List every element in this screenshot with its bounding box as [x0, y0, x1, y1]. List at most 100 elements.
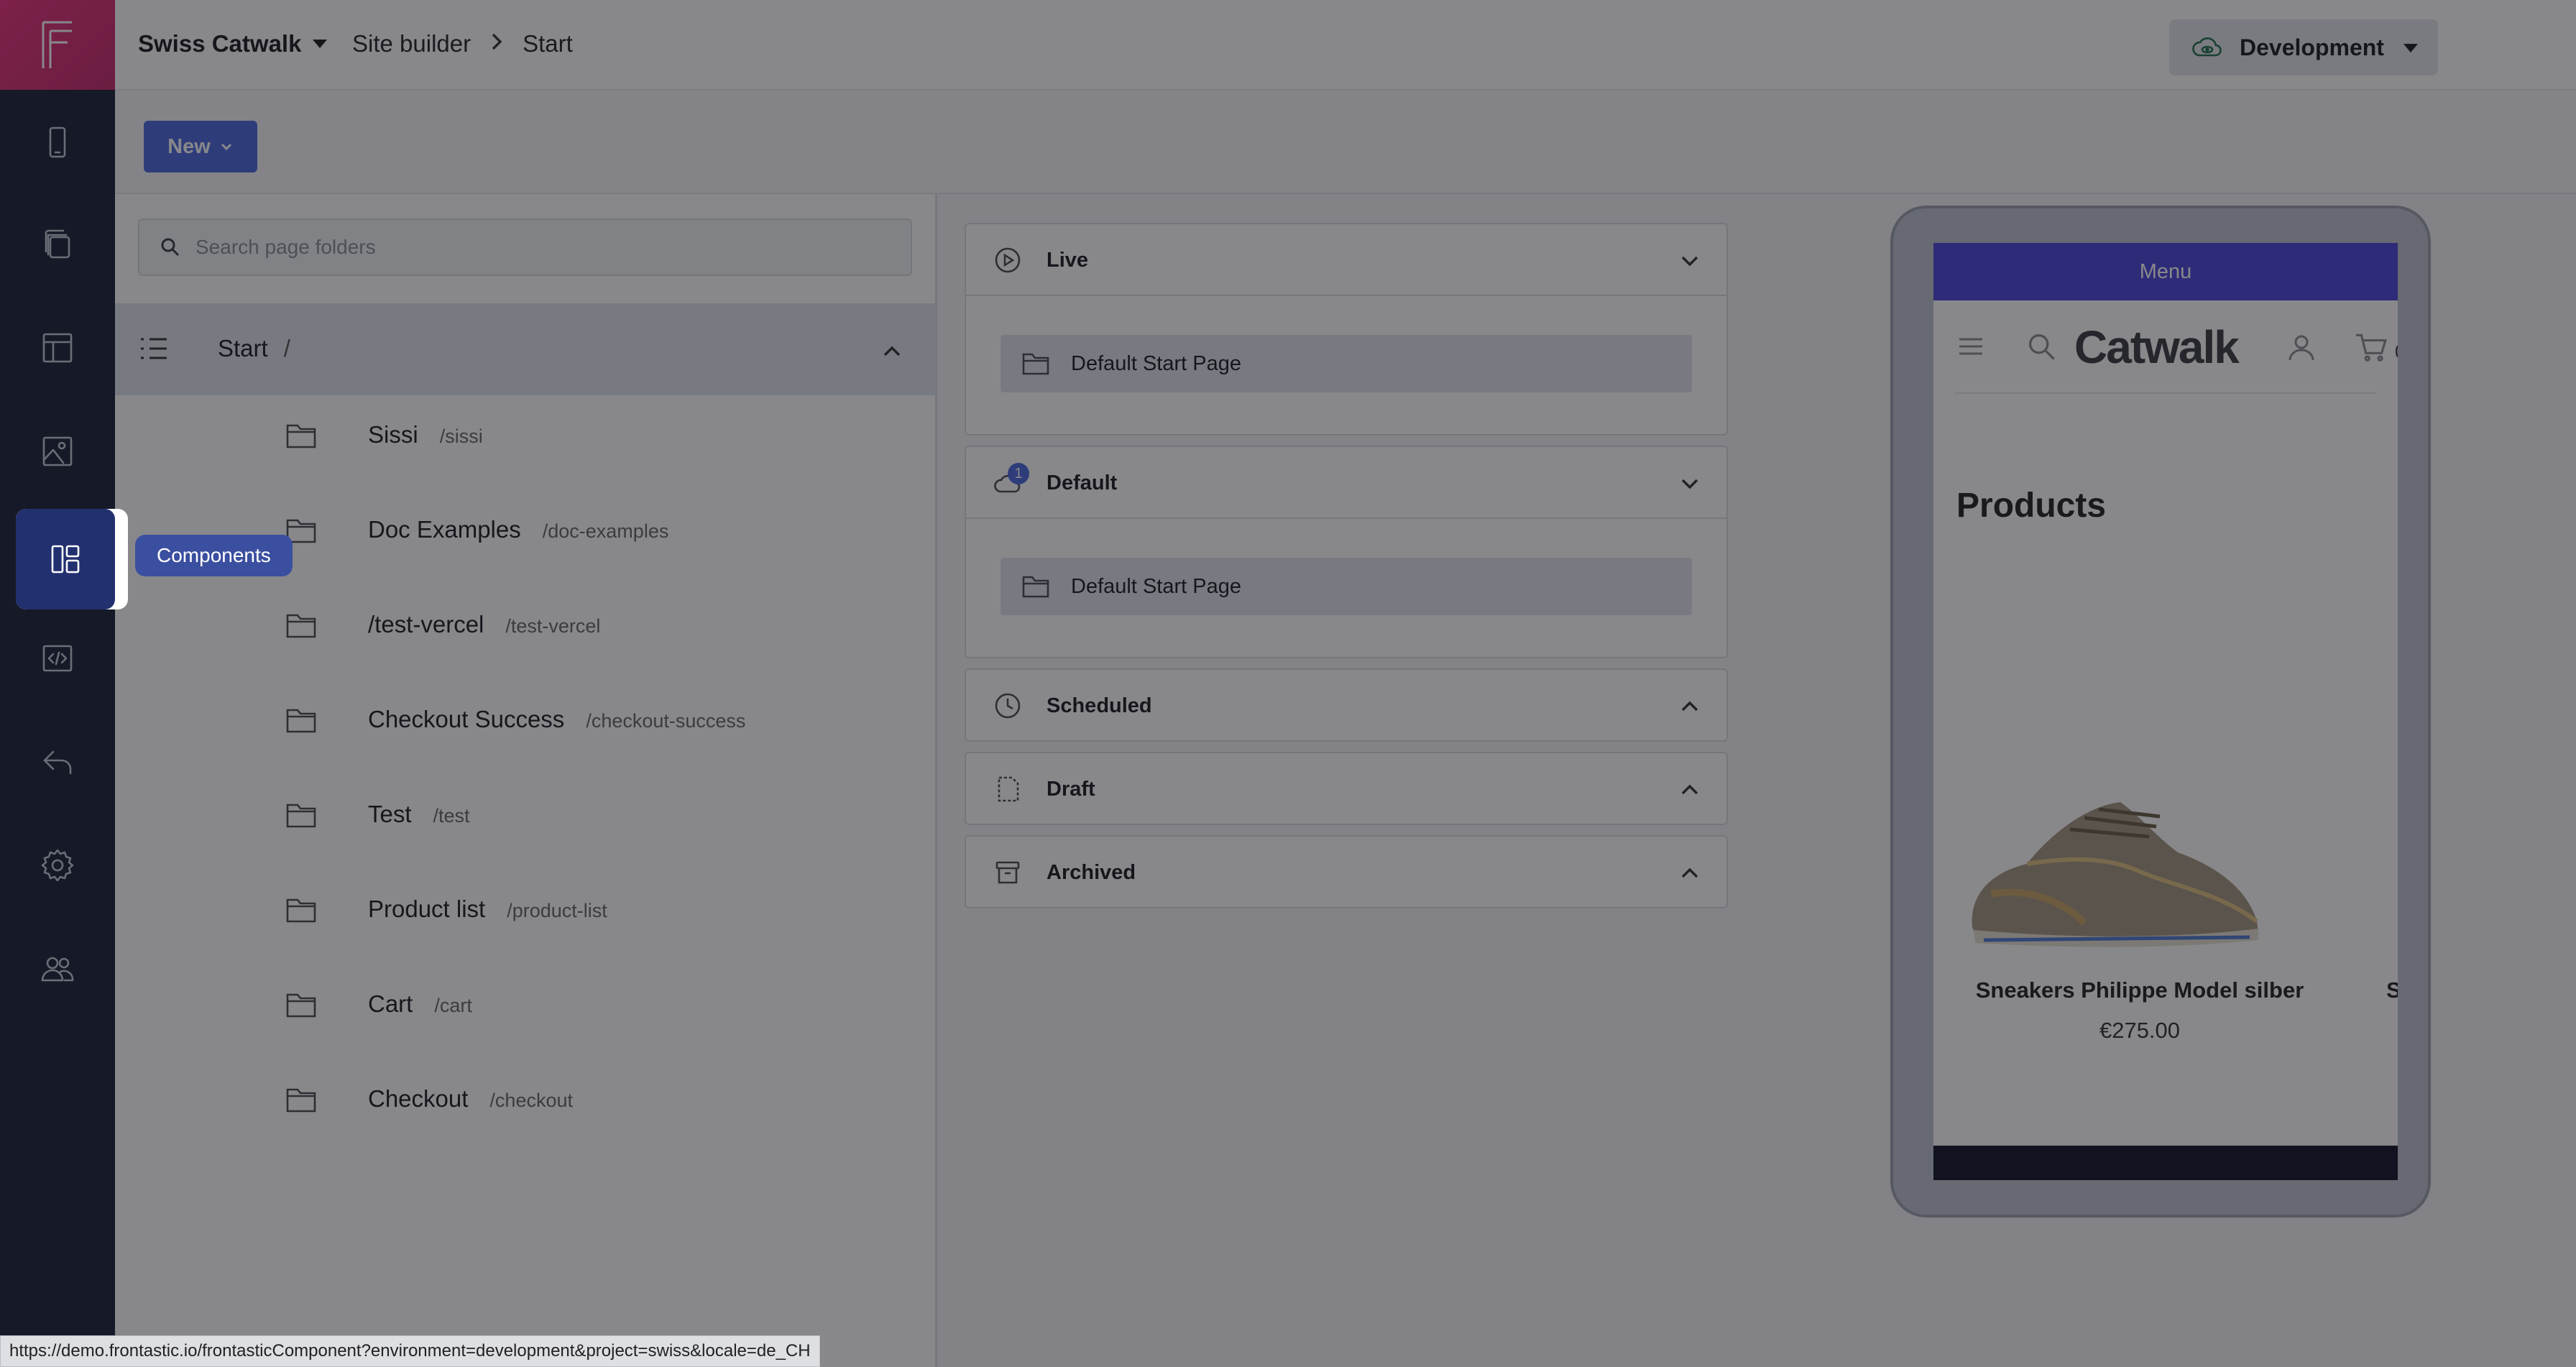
- folder-label: Test: [368, 801, 412, 827]
- frontastic-logo-icon[interactable]: [0, 0, 115, 90]
- folder-item[interactable]: Checkout/checkout: [115, 1062, 935, 1157]
- chevron-up-icon: [1679, 779, 1701, 804]
- section-scheduled-header[interactable]: Scheduled: [966, 670, 1726, 740]
- undo-icon: [43, 750, 72, 775]
- tree-root-start[interactable]: Start /: [115, 303, 935, 395]
- search-input[interactable]: [196, 236, 871, 259]
- folder-label: Cart: [368, 990, 413, 1017]
- section-live-body: Default Start Page: [966, 295, 1726, 434]
- search-icon[interactable]: [2025, 331, 2057, 362]
- folder-path: /test: [433, 805, 470, 827]
- folder-icon: [286, 992, 316, 1021]
- mobile-preview: Menu Catwalk 0 Products Sneakers Philipp…: [1890, 206, 2431, 1218]
- folder-label: Checkout: [368, 1085, 469, 1112]
- users-icon: [41, 957, 74, 982]
- rail-pages[interactable]: [0, 194, 115, 295]
- layout-icon: [42, 333, 73, 363]
- page-folder-tree: Start / Sissi/sissi Doc Examples/doc-exa…: [115, 194, 937, 1367]
- chevron-down-icon: [2404, 44, 2418, 52]
- folder-item[interactable]: Cart/cart: [115, 967, 935, 1062]
- rail-back[interactable]: [0, 712, 115, 812]
- folder-path: /doc-examples: [542, 520, 669, 542]
- cloud-eye-icon: [2192, 37, 2222, 57]
- chevron-up-icon[interactable]: [881, 341, 903, 366]
- rail-users[interactable]: [0, 919, 115, 1019]
- folder-icon: [1022, 576, 1049, 598]
- preview-menu-bar[interactable]: Menu: [1933, 243, 2398, 300]
- new-button[interactable]: New: [144, 121, 257, 172]
- breadcrumb-site-builder[interactable]: Site builder: [352, 30, 471, 57]
- page-item[interactable]: Default Start Page: [1000, 335, 1692, 392]
- folder-item[interactable]: Product list/product-list: [115, 873, 935, 967]
- user-icon[interactable]: [2287, 332, 2316, 362]
- play-circle-icon: [993, 246, 1022, 278]
- logo-mark: [42, 21, 72, 68]
- rail-media[interactable]: [0, 401, 115, 502]
- status-bar-url: https://demo.frontastic.io/frontasticCom…: [0, 1335, 820, 1367]
- chevron-up-icon: [1679, 862, 1701, 888]
- section-archived-header[interactable]: Archived: [966, 837, 1726, 907]
- section-live: Live Default Start Page: [965, 223, 1728, 436]
- next-product-peek: S: [2386, 977, 2398, 1003]
- gear-icon: [41, 849, 74, 882]
- section-title: Live: [1046, 249, 1089, 272]
- rail-layouts[interactable]: [0, 298, 115, 398]
- rail-components[interactable]: [16, 509, 128, 609]
- product-name[interactable]: Sneakers Philippe Model silber: [1933, 977, 2346, 1003]
- search-icon: [161, 238, 180, 257]
- rail-settings[interactable]: [0, 815, 115, 916]
- search-box: [138, 218, 912, 276]
- section-title: Archived: [1046, 861, 1136, 884]
- section-title: Draft: [1046, 778, 1095, 801]
- section-title: Default: [1046, 471, 1118, 494]
- top-header: Swiss Catwalk Site builder Start Develop…: [115, 0, 2576, 91]
- image-icon: [42, 436, 73, 466]
- main-rail: [0, 0, 115, 1367]
- cart-icon[interactable]: [2355, 332, 2388, 362]
- preview-footer: [1933, 1146, 2398, 1180]
- folder-item[interactable]: Checkout Success/checkout-success: [115, 683, 935, 778]
- environment-switcher[interactable]: Development: [2169, 19, 2438, 75]
- chevron-down-icon: [221, 143, 231, 151]
- hamburger-icon[interactable]: [1956, 332, 1985, 361]
- code-icon: [42, 645, 73, 672]
- page-item-label: Default Start Page: [1071, 351, 1241, 375]
- clock-icon: [993, 691, 1022, 724]
- section-draft-header[interactable]: Draft: [966, 753, 1726, 824]
- folder-icon: [286, 802, 316, 832]
- folder-label: Checkout Success: [368, 706, 565, 732]
- components-tooltip: Components: [135, 535, 293, 576]
- folder-path: /test-vercel: [505, 615, 601, 637]
- project-switcher[interactable]: Swiss Catwalk: [138, 30, 328, 57]
- section-default-body: Default Start Page: [966, 517, 1726, 657]
- section-scheduled[interactable]: Scheduled: [965, 668, 1728, 742]
- folder-item[interactable]: /test-vercel/test-vercel: [115, 588, 935, 683]
- environment-label: Development: [2240, 34, 2384, 60]
- count-badge: 1: [1008, 463, 1029, 484]
- product-image-sneaker[interactable]: [1962, 786, 2264, 952]
- folder-path: /checkout-success: [586, 710, 746, 732]
- section-draft[interactable]: Draft: [965, 752, 1728, 825]
- page-item[interactable]: Default Start Page: [1000, 558, 1692, 615]
- folder-label: Product list: [368, 896, 486, 922]
- project-name: Swiss Catwalk: [138, 30, 302, 57]
- folder-item[interactable]: Test/test: [115, 778, 935, 873]
- section-default-header[interactable]: 1 Default: [966, 447, 1726, 517]
- rail-developer[interactable]: [0, 608, 115, 709]
- folder-icon: [1022, 353, 1049, 375]
- section-archived[interactable]: Archived: [965, 835, 1728, 908]
- folder-icon: [286, 423, 316, 452]
- folder-item[interactable]: Sissi/sissi: [115, 398, 935, 493]
- chevron-down-icon: [1679, 250, 1701, 275]
- breadcrumb: Site builder Start: [352, 30, 573, 57]
- page-toolbar: New: [115, 91, 2576, 194]
- chevron-right-icon: [487, 30, 507, 57]
- rail-devices[interactable]: [0, 92, 115, 193]
- preview-brand-logo[interactable]: Catwalk: [2074, 321, 2240, 374]
- section-default: 1 Default Default Start Page: [965, 446, 1728, 658]
- chevron-down-icon: [1679, 473, 1701, 498]
- folder-path: /product-list: [507, 900, 607, 921]
- section-live-header[interactable]: Live: [966, 224, 1726, 295]
- chevron-down-icon: [313, 40, 328, 48]
- list-icon: [139, 336, 168, 364]
